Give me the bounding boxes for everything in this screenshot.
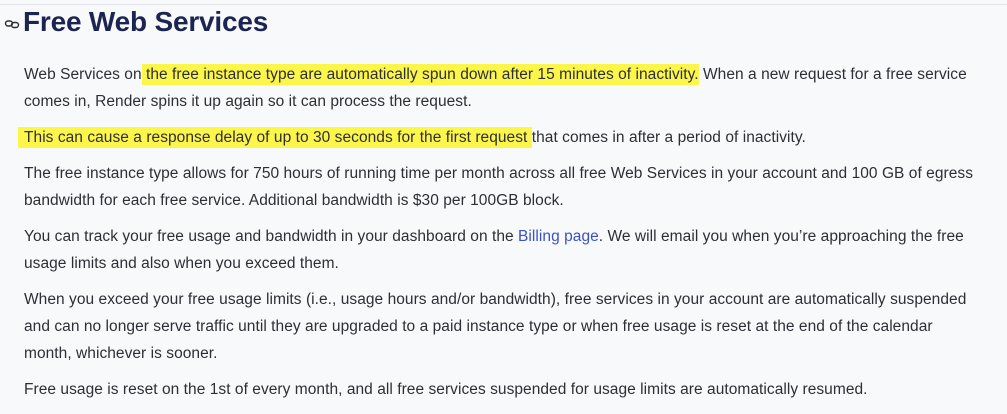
paragraph-text: Web Services on — [24, 66, 142, 83]
page-title: Free Web Services — [23, 6, 269, 37]
top-divider — [0, 4, 1007, 5]
paragraph-track-usage: You can track your free usage and bandwi… — [24, 223, 984, 277]
highlighted-text: This can cause a response delay of up to… — [18, 127, 532, 148]
highlighted-text: the free instance type are automatically… — [141, 64, 699, 85]
paragraph-exceed-limits: When you exceed your free usage limits (… — [24, 291, 967, 362]
paragraph-spin-down: Web Services on the free instance type a… — [24, 61, 984, 115]
paragraph-text: You can track your free usage and bandwi… — [24, 228, 519, 245]
link-icon[interactable] — [4, 16, 20, 32]
paragraph-instance-allowance: The free instance type allows for 750 ho… — [24, 165, 974, 209]
paragraph-usage-reset: Free usage is reset on the 1st of every … — [24, 381, 868, 398]
paragraph-response-delay: This can cause a response delay of up to… — [18, 124, 984, 151]
paragraph-text: that comes in after a period of inactivi… — [531, 129, 806, 146]
section-heading: Free Web Services — [4, 6, 268, 38]
article-body: Web Services on the free instance type a… — [18, 61, 984, 412]
billing-page-link[interactable]: Billing page — [518, 228, 599, 245]
